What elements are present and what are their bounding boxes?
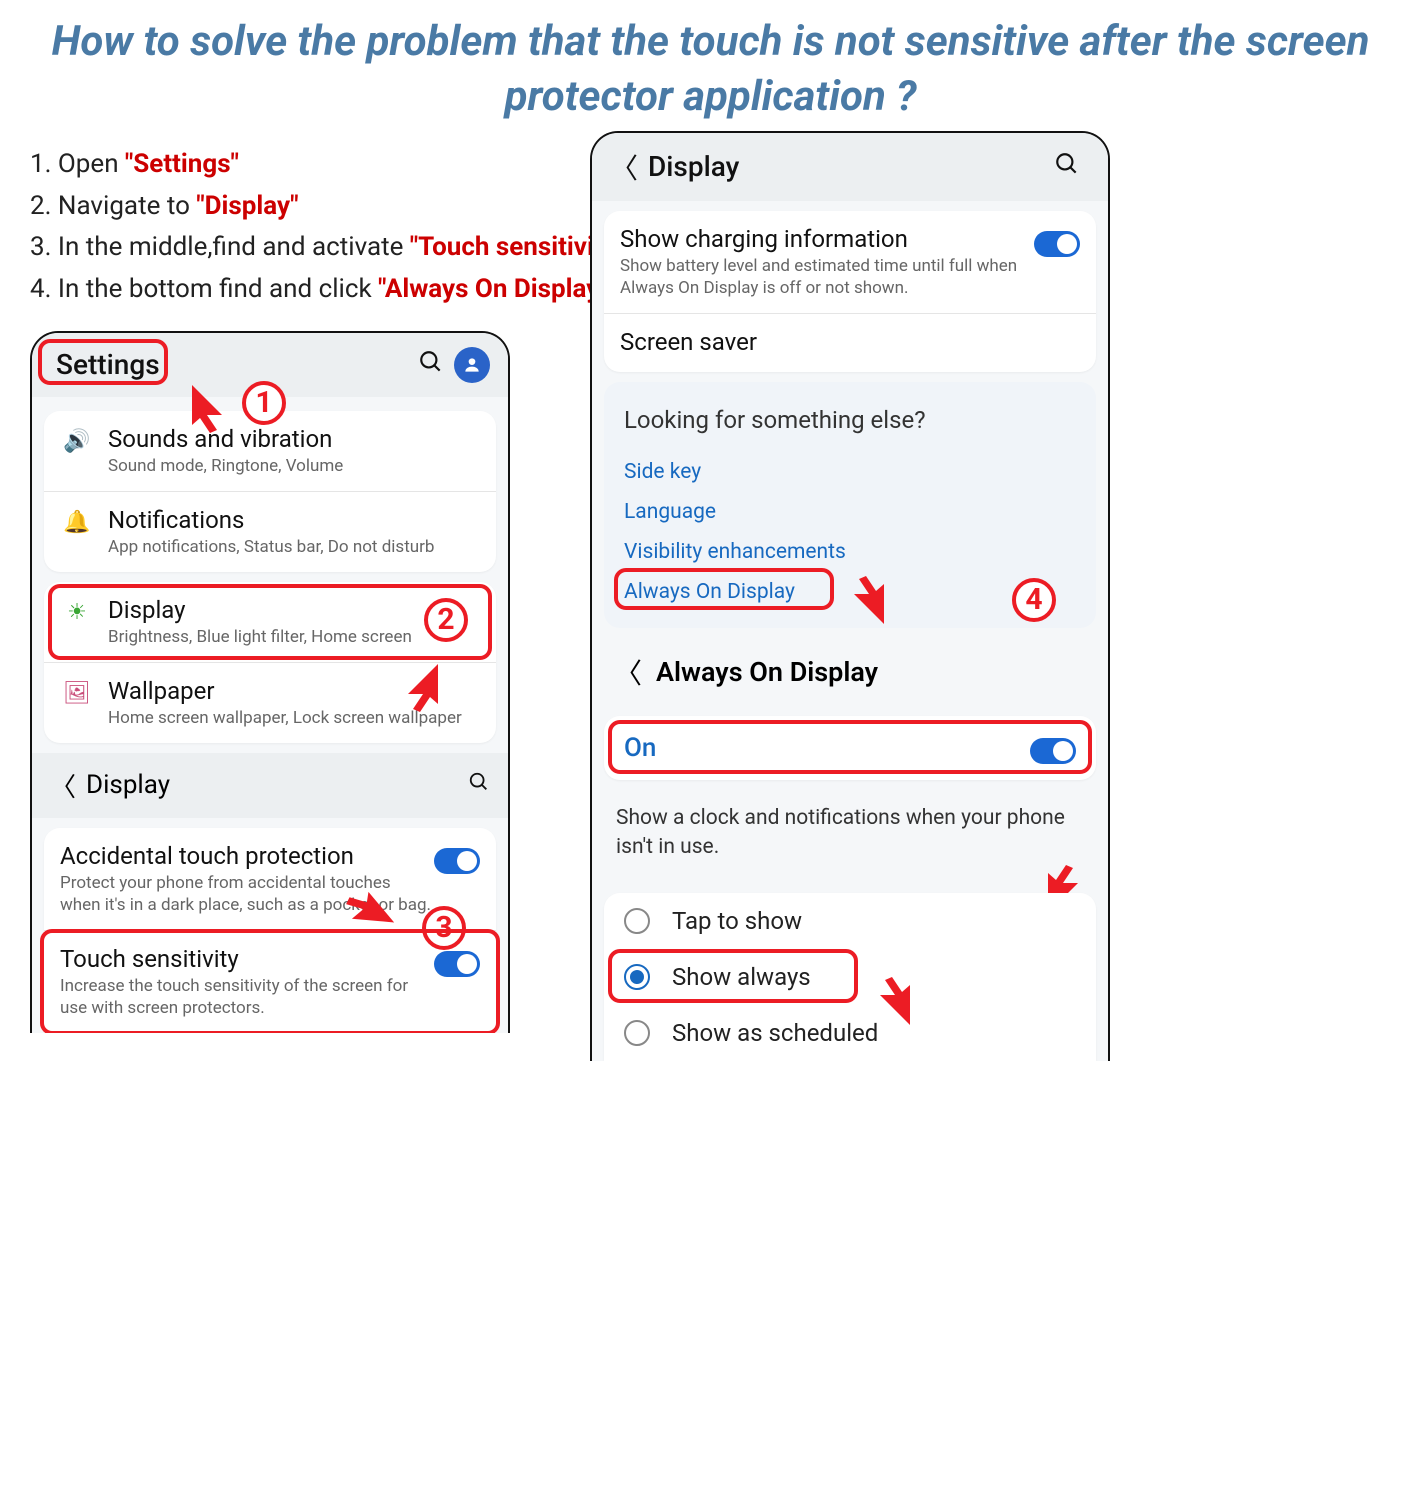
screensaver-title: Screen saver	[620, 328, 1080, 356]
charging-toggle[interactable]	[1034, 231, 1080, 257]
link-aod[interactable]: Always On Display	[624, 572, 1076, 612]
aod-on-label: On	[624, 733, 1030, 763]
search-icon[interactable]	[418, 349, 444, 381]
wallpaper-sub: Home screen wallpaper, Lock screen wallp…	[108, 707, 480, 729]
settings-screen: Settings 1 🔊 Sounds and vibration	[30, 331, 510, 1034]
search-icon[interactable]	[1054, 151, 1080, 183]
page-title: How to solve the problem that the touch …	[0, 0, 1421, 134]
step-4-keyword-a: "Always On Display"	[378, 274, 608, 304]
wallpaper-title: Wallpaper	[108, 677, 480, 705]
option-show-scheduled[interactable]: Show as scheduled	[604, 1005, 1096, 1061]
sounds-sub: Sound mode, Ringtone, Volume	[108, 455, 480, 477]
notifications-title: Notifications	[108, 506, 480, 534]
display-row[interactable]: ☀ Display Brightness, Blue light filter,…	[44, 582, 496, 663]
option-show-always[interactable]: Show always	[604, 949, 1096, 1005]
aod-header: 〈 Always On Display	[592, 638, 1108, 706]
aod-on-row[interactable]: On	[604, 716, 1096, 780]
charging-info-row[interactable]: Show charging information Show battery l…	[604, 211, 1096, 314]
accidental-touch-row[interactable]: Accidental touch protection Protect your…	[44, 828, 496, 931]
touch-sub: Increase the touch sensitivity of the sc…	[60, 975, 434, 1019]
wallpaper-icon: 🖼	[60, 681, 94, 706]
accidental-title: Accidental touch protection	[60, 842, 434, 870]
touch-title: Touch sensitivity	[60, 945, 434, 973]
step-3-text: 3. In the middle,find and activate	[30, 232, 410, 262]
step-2-text: 2. Navigate to	[30, 191, 196, 221]
accidental-sub: Protect your phone from accidental touch…	[60, 872, 434, 916]
sounds-title: Sounds and vibration	[108, 425, 480, 453]
accidental-toggle[interactable]	[434, 848, 480, 874]
aod-description: Show a clock and notifications when your…	[592, 790, 1108, 883]
charging-title: Show charging information	[620, 225, 1034, 253]
display-title: Display	[642, 150, 1054, 183]
step-1-keyword: "Settings"	[125, 149, 239, 179]
aod-toggle[interactable]	[1030, 738, 1076, 764]
link-aod-label: Always On Display	[624, 580, 795, 604]
touch-sensitivity-row[interactable]: Touch sensitivity Increase the touch sen…	[44, 931, 496, 1033]
back-icon[interactable]: 〈	[610, 147, 634, 187]
step-1-text: 1. Open	[30, 149, 125, 179]
option-tap-label: Tap to show	[672, 907, 802, 935]
sounds-row[interactable]: 🔊 Sounds and vibration Sound mode, Ringt…	[44, 411, 496, 492]
notification-icon: 🔔	[60, 510, 94, 535]
step-2-keyword: "Display"	[196, 191, 298, 221]
radio-icon	[624, 1020, 650, 1046]
link-visibility[interactable]: Visibility enhancements	[624, 532, 1076, 572]
radio-icon	[624, 908, 650, 934]
back-icon[interactable]: 〈	[614, 652, 642, 692]
screensaver-row[interactable]: Screen saver	[604, 314, 1096, 372]
looking-for-card: Looking for something else? Side key Lan…	[604, 382, 1096, 628]
aod-title: Always On Display	[656, 656, 878, 688]
charging-sub: Show battery level and estimated time un…	[620, 255, 1034, 299]
radio-icon	[624, 964, 650, 990]
option-scheduled-label: Show as scheduled	[672, 1019, 878, 1047]
settings-title: Settings	[50, 348, 418, 381]
wallpaper-row[interactable]: 🖼 Wallpaper Home screen wallpaper, Lock …	[44, 663, 496, 743]
display-subheader: 〈 Display	[32, 753, 508, 818]
notifications-sub: App notifications, Status bar, Do not di…	[108, 536, 480, 558]
back-icon[interactable]: 〈	[50, 767, 76, 804]
notifications-row[interactable]: 🔔 Notifications App notifications, Statu…	[44, 492, 496, 572]
display-row-title: Display	[108, 596, 480, 624]
display-row-sub: Brightness, Blue light filter, Home scre…	[108, 626, 480, 648]
sound-icon: 🔊	[60, 429, 94, 454]
looking-label: Looking for something else?	[624, 406, 1076, 434]
search-icon[interactable]	[468, 771, 490, 799]
step-4-text-a: 4. In the bottom find and click	[30, 274, 378, 304]
link-side-key[interactable]: Side key	[624, 452, 1076, 492]
brightness-icon: ☀	[60, 600, 94, 625]
option-tap-to-show[interactable]: Tap to show	[604, 893, 1096, 949]
option-always-label: Show always	[672, 963, 811, 991]
link-language[interactable]: Language	[624, 492, 1076, 532]
display-screen: 〈 Display Show charging information Show…	[590, 131, 1110, 1061]
profile-avatar[interactable]	[454, 347, 490, 383]
display-subtitle: Display	[86, 770, 468, 800]
touch-toggle[interactable]	[434, 951, 480, 977]
